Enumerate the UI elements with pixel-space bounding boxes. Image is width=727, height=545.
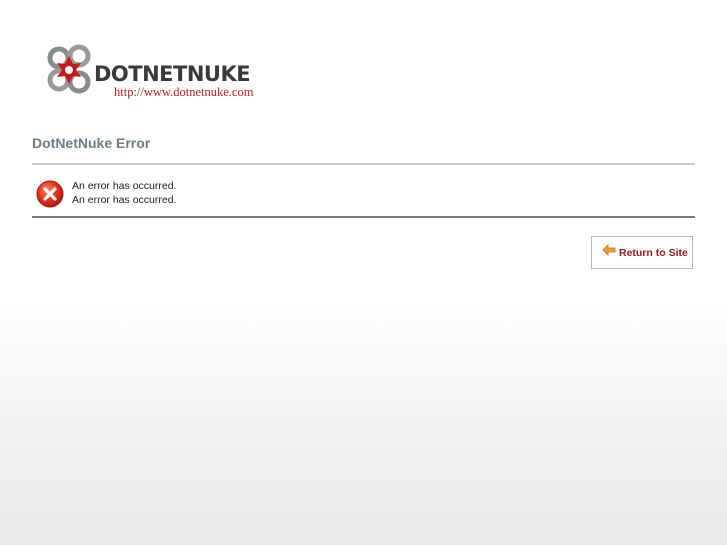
bottom-divider [32,216,695,218]
top-divider [32,163,695,165]
return-to-site-button[interactable]: Return to Site [591,236,693,269]
error-x-icon [36,180,64,208]
brand-name: DOTNETNUKE [94,62,251,86]
dotnetnuke-logo-icon [47,44,91,94]
back-arrow-icon [602,244,616,256]
site-logo: DOTNETNUKE http://www.dotnetnuke.com [46,44,276,102]
error-message-line: An error has occurred. [72,180,177,192]
error-message-line: An error has occurred. [72,194,177,206]
return-to-site-label: Return to Site [619,247,688,259]
page-title: DotNetNuke Error [32,135,151,151]
brand-url[interactable]: http://www.dotnetnuke.com [114,85,253,99]
error-message-panel: An error has occurred. An error has occu… [32,167,695,216]
